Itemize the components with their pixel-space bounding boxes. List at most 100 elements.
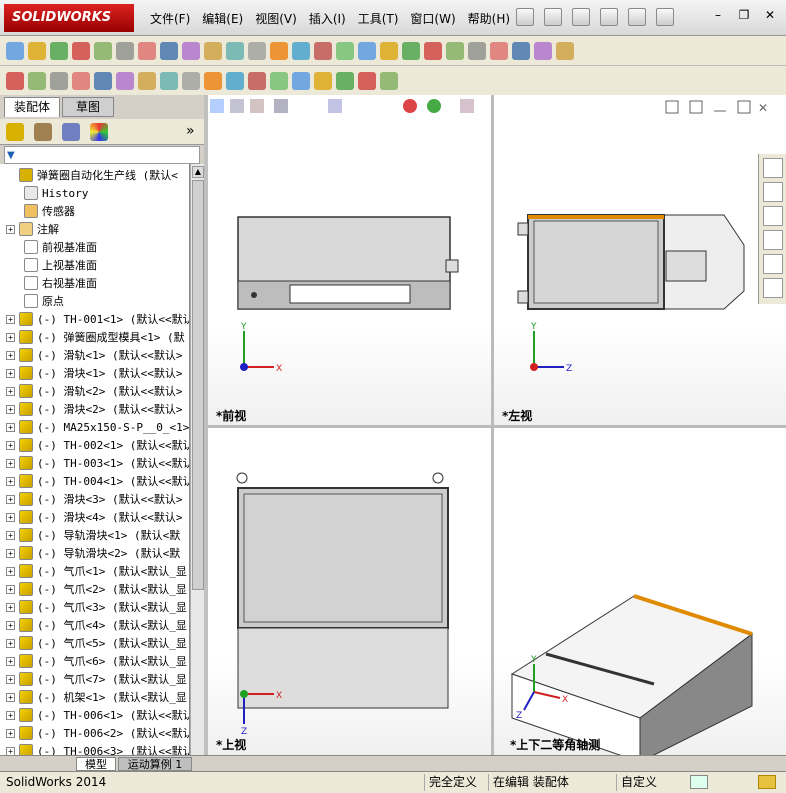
menu-item-1[interactable]: 编辑(E) [202,10,243,27]
tree-item[interactable]: + (-) 气爪<5> (默认<默认_显 [0,634,187,652]
expand-chevron-icon[interactable]: » [186,123,195,139]
tab-model[interactable]: 模型 [76,757,116,771]
close-icon[interactable]: ✕ [762,8,778,22]
tree-item[interactable]: + (-) TH-002<1> (默认<<默认 [0,436,189,454]
scroll-up-icon[interactable]: ▲ [192,166,204,178]
tb1-tool-icon-20[interactable] [446,41,464,60]
viewport-left[interactable]: ✕ Y Z *左视 [494,95,786,425]
tree-item[interactable]: + (-) TH-006<2> (默认<<默认 [0,724,189,742]
pin-icon[interactable] [516,8,534,26]
expand-toggle-icon[interactable]: + [6,512,15,522]
configuration-icon[interactable] [62,123,80,141]
new-document-icon[interactable] [544,8,562,26]
tree-item[interactable]: + (-) TH-003<1> (默认<<默认 [0,454,189,472]
file-explorer-icon[interactable] [763,206,783,226]
viewport-isometric[interactable]: Y X Z *上下二等角轴测 [494,428,786,755]
tree-item[interactable]: + (-) 导轨滑块<2> (默认<默 [0,544,180,562]
expand-toggle-icon[interactable]: + [6,422,15,432]
viewport-top[interactable]: X Z *上视 [208,428,491,755]
tree-item[interactable]: + (-) 滑轨<2> (默认<<默认> [0,382,182,400]
tb1-tool-icon-23[interactable] [512,41,530,60]
tb2-tool-icon-8[interactable] [182,71,200,90]
open-icon[interactable] [572,8,590,26]
tb1-tool-icon-19[interactable] [424,41,442,60]
tb1-tool-icon-21[interactable] [468,41,486,60]
expand-toggle-icon[interactable]: + [6,314,15,324]
scroll-thumb[interactable] [192,180,204,590]
expand-toggle-icon[interactable]: + [6,620,15,630]
expand-toggle-icon[interactable]: + [6,404,15,414]
expand-toggle-icon[interactable]: + [6,440,15,450]
tb1-tool-icon-11[interactable] [248,41,266,60]
tb2-tool-icon-12[interactable] [270,71,288,90]
tb1-tool-icon-3[interactable] [72,41,90,60]
tb1-tool-icon-17[interactable] [380,41,398,60]
expand-toggle-icon[interactable]: + [6,476,15,486]
expand-toggle-icon[interactable]: + [6,728,15,738]
tb2-tool-icon-10[interactable] [226,71,244,90]
property-icon[interactable] [34,123,52,141]
tree-filter[interactable]: ▼ [4,146,200,164]
tb1-tool-icon-2[interactable] [50,41,68,60]
tree-item[interactable]: + (-) TH-001<1> (默认<<默认 [0,310,189,328]
menu-item-4[interactable]: 工具(T) [358,10,399,27]
custom-properties-icon[interactable] [763,278,783,298]
tb2-tool-icon-13[interactable] [292,71,310,90]
expand-toggle-icon[interactable]: + [6,494,15,504]
solidworks-logo[interactable]: SOLIDWORKS [4,4,134,32]
menu-item-6[interactable]: 帮助(H) [468,10,510,27]
tb1-tool-icon-6[interactable] [138,41,156,60]
tree-item[interactable]: + (-) 气爪<4> (默认<默认_显 [0,616,187,634]
tree-item[interactable]: + (-) 滑块<3> (默认<<默认> [0,490,182,508]
tb2-tool-icon-9[interactable] [204,71,222,90]
tb2-tool-icon-2[interactable] [50,71,68,90]
home-icon[interactable] [763,158,783,178]
tree-item[interactable]: + (-) TH-006<3> (默认<<默认 [0,742,189,756]
tree-item[interactable]: + (-) TH-006<1> (默认<<默认 [0,706,189,724]
tb2-tool-icon-3[interactable] [72,71,90,90]
feature-tree-icon[interactable] [6,123,24,141]
expand-toggle-icon[interactable]: + [6,656,15,666]
tree-item[interactable]: + 注解 [0,220,59,238]
tb1-tool-icon-25[interactable] [556,41,574,60]
tb1-tool-icon-0[interactable] [6,41,24,60]
tb2-tool-icon-1[interactable] [28,71,46,90]
tree-item[interactable]: 右视基准面 [0,274,97,292]
tree-item[interactable]: 上视基准面 [0,256,97,274]
tree-item[interactable]: 原点 [0,292,64,310]
expand-toggle-icon[interactable]: + [6,368,15,378]
tree-scrollbar[interactable]: ▲ [190,164,204,756]
tree-item[interactable]: 弹簧圈自动化生产线 (默认< [0,166,178,184]
expand-toggle-icon[interactable]: + [6,386,15,396]
menu-item-2[interactable]: 视图(V) [255,10,297,27]
tb1-tool-icon-5[interactable] [116,41,134,60]
tb2-tool-icon-7[interactable] [160,71,178,90]
tb1-tool-icon-1[interactable] [28,41,46,60]
tb1-tool-icon-10[interactable] [226,41,244,60]
tree-item[interactable]: + (-) 气爪<1> (默认<默认_显 [0,562,187,580]
expand-toggle-icon[interactable]: + [6,638,15,648]
expand-toggle-icon[interactable]: + [6,530,15,540]
tree-item[interactable]: History [0,184,88,202]
tb1-tool-icon-16[interactable] [358,41,376,60]
save-icon[interactable] [600,8,618,26]
tb2-tool-icon-17[interactable] [380,71,398,90]
tree-item[interactable]: + (-) 气爪<7> (默认<默认_显 [0,670,187,688]
tree-item[interactable]: + (-) 机架<1> (默认<默认_显 [0,688,187,706]
tree-item[interactable]: + (-) 导轨滑块<1> (默认<默 [0,526,180,544]
tb2-tool-icon-0[interactable] [6,71,24,90]
tab-assembly[interactable]: 装配体 [4,97,60,117]
tb1-tool-icon-4[interactable] [94,41,112,60]
tree-item[interactable]: 传感器 [0,202,75,220]
tree-item[interactable]: + (-) MA25x150-S-P__0_<1> [0,418,189,436]
expand-toggle-icon[interactable]: + [6,548,15,558]
tb1-tool-icon-8[interactable] [182,41,200,60]
expand-toggle-icon[interactable]: + [6,710,15,720]
tb1-tool-icon-12[interactable] [270,41,288,60]
expand-toggle-icon[interactable]: + [6,224,15,234]
tb1-tool-icon-15[interactable] [336,41,354,60]
menu-item-0[interactable]: 文件(F) [150,10,190,27]
tb1-tool-icon-9[interactable] [204,41,222,60]
tb2-tool-icon-14[interactable] [314,71,332,90]
tree-item[interactable]: + (-) 滑块<1> (默认<<默认> [0,364,182,382]
